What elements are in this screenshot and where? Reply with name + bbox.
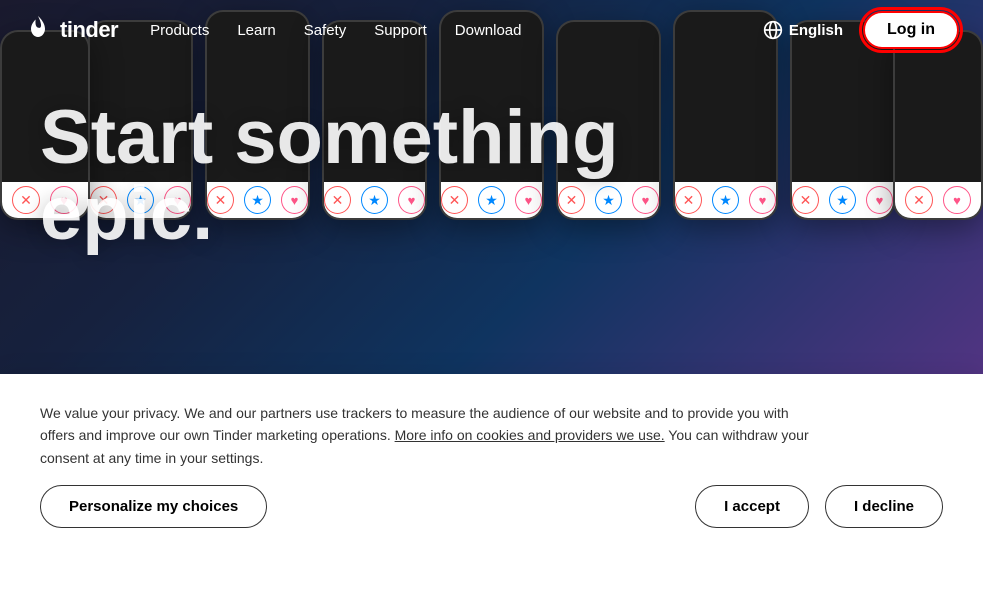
- dislike-btn: ✕: [905, 186, 933, 214]
- logo-area: tinder: [24, 16, 118, 44]
- cookie-banner: We value your privacy. We and our partne…: [0, 374, 983, 589]
- personalize-button[interactable]: Personalize my choices: [40, 485, 267, 528]
- cookie-buttons: Personalize my choices I accept I declin…: [40, 485, 943, 528]
- login-button[interactable]: Log in: [863, 11, 959, 49]
- tinder-logo-icon: [24, 16, 52, 44]
- nav-download[interactable]: Download: [455, 22, 522, 39]
- like-btn: ♥: [749, 186, 776, 214]
- cookie-link[interactable]: More info on cookies and providers we us…: [395, 427, 665, 443]
- dislike-btn: ✕: [90, 186, 117, 214]
- decline-button[interactable]: I decline: [825, 485, 943, 528]
- superlike-btn: ★: [127, 186, 154, 214]
- main-nav: Products Learn Safety Support Download: [150, 22, 763, 39]
- superlike-btn: ★: [244, 186, 271, 214]
- language-label: English: [789, 22, 843, 39]
- superlike-btn: ★: [361, 186, 388, 214]
- header: tinder Products Learn Safety Support Dow…: [0, 0, 983, 60]
- dislike-btn: ✕: [441, 186, 468, 214]
- like-btn: ♥: [632, 186, 659, 214]
- like-btn: ♥: [50, 186, 78, 214]
- nav-learn[interactable]: Learn: [237, 22, 275, 39]
- like-btn: ♥: [515, 186, 542, 214]
- like-btn: ♥: [398, 186, 425, 214]
- superlike-btn: ★: [478, 186, 505, 214]
- accept-button[interactable]: I accept: [695, 485, 809, 528]
- nav-support[interactable]: Support: [374, 22, 427, 39]
- superlike-btn: ★: [712, 186, 739, 214]
- like-btn: ♥: [281, 186, 308, 214]
- dislike-btn: ✕: [324, 186, 351, 214]
- globe-icon: [763, 20, 783, 40]
- like-btn: ♥: [164, 186, 191, 214]
- superlike-btn: ★: [595, 186, 622, 214]
- language-selector[interactable]: English: [763, 20, 843, 40]
- logo-text: tinder: [60, 17, 118, 43]
- cookie-accept-decline: I accept I decline: [695, 485, 943, 528]
- superlike-btn: ★: [829, 186, 856, 214]
- dislike-btn: ✕: [792, 186, 819, 214]
- nav-products[interactable]: Products: [150, 22, 209, 39]
- cookie-text: We value your privacy. We and our partne…: [40, 402, 820, 469]
- nav-safety[interactable]: Safety: [304, 22, 347, 39]
- like-btn: ♥: [943, 186, 971, 214]
- dislike-btn: ✕: [12, 186, 40, 214]
- dislike-btn: ✕: [558, 186, 585, 214]
- like-btn: ♥: [866, 186, 893, 214]
- dislike-btn: ✕: [207, 186, 234, 214]
- header-right: English Log in: [763, 11, 959, 49]
- dislike-btn: ✕: [675, 186, 702, 214]
